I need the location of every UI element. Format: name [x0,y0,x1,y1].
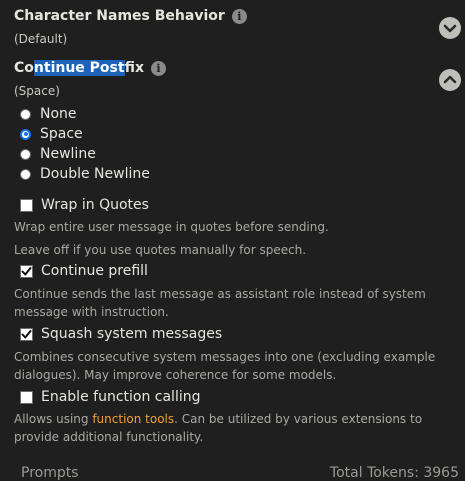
squash-system-messages-description: Combines consecutive system messages int… [14,350,436,382]
checkbox[interactable] [20,390,33,404]
radio-label: None [40,106,77,122]
prompts-heading: Prompts [21,465,79,481]
desc-text: Allows using [14,412,93,426]
squash-system-messages-checkbox[interactable]: Squash system messages [20,326,222,342]
radio-button[interactable] [20,148,31,160]
continue-postfix-title: Continue Postfix i [14,60,166,76]
character-names-title: Character Names Behavior i [14,8,247,24]
radio-button-selected[interactable] [20,128,31,140]
desc-line: Leave off if you use quotes manually for… [14,243,307,257]
checkbox-label: Continue prefill [41,263,148,279]
checkbox-checked[interactable] [20,264,33,278]
radio-option-none[interactable]: None [20,106,77,122]
chevron-down-icon[interactable] [439,17,461,39]
checkbox-label: Squash system messages [41,326,223,342]
enable-function-calling-checkbox[interactable]: Enable function calling [20,389,200,405]
title-part: fix [124,60,144,76]
radio-button[interactable] [20,108,31,120]
radio-option-space[interactable]: Space [20,126,83,142]
wrap-in-quotes-description: Wrap entire user message in quotes befor… [14,218,444,259]
title-part: Co [14,60,34,76]
checkbox-label: Enable function calling [41,389,201,405]
radio-option-double-newline[interactable]: Double Newline [20,166,150,182]
desc-line: Wrap entire user message in quotes befor… [14,220,329,234]
enable-function-calling-description: Allows using function tools. Can be util… [14,410,444,446]
continue-prefill-description: Continue sends the last message as assis… [14,287,426,319]
selected-text: ntinue Post [33,60,125,76]
radio-label: Newline [40,146,96,162]
continue-postfix-label: Continue Postfix [14,60,144,76]
character-names-value: (Default) [14,32,68,46]
radio-label: Space [40,126,83,142]
character-names-label: Character Names Behavior [14,8,225,24]
continue-postfix-value: (Space) [14,84,60,98]
wrap-in-quotes-checkbox[interactable]: Wrap in Quotes [20,197,149,213]
function-tools-link[interactable]: function tools [92,412,174,426]
checkbox-checked[interactable] [20,327,33,341]
checkbox[interactable] [20,198,33,212]
checkbox-label: Wrap in Quotes [41,197,149,213]
radio-option-newline[interactable]: Newline [20,146,96,162]
radio-label: Double Newline [40,166,150,182]
info-icon[interactable]: i [231,8,247,24]
continue-prefill-checkbox[interactable]: Continue prefill [20,263,148,279]
total-tokens-count: Total Tokens: 3965 [329,465,459,481]
info-icon[interactable]: i [151,60,166,76]
chevron-up-icon[interactable] [439,69,461,91]
radio-button[interactable] [20,168,31,180]
